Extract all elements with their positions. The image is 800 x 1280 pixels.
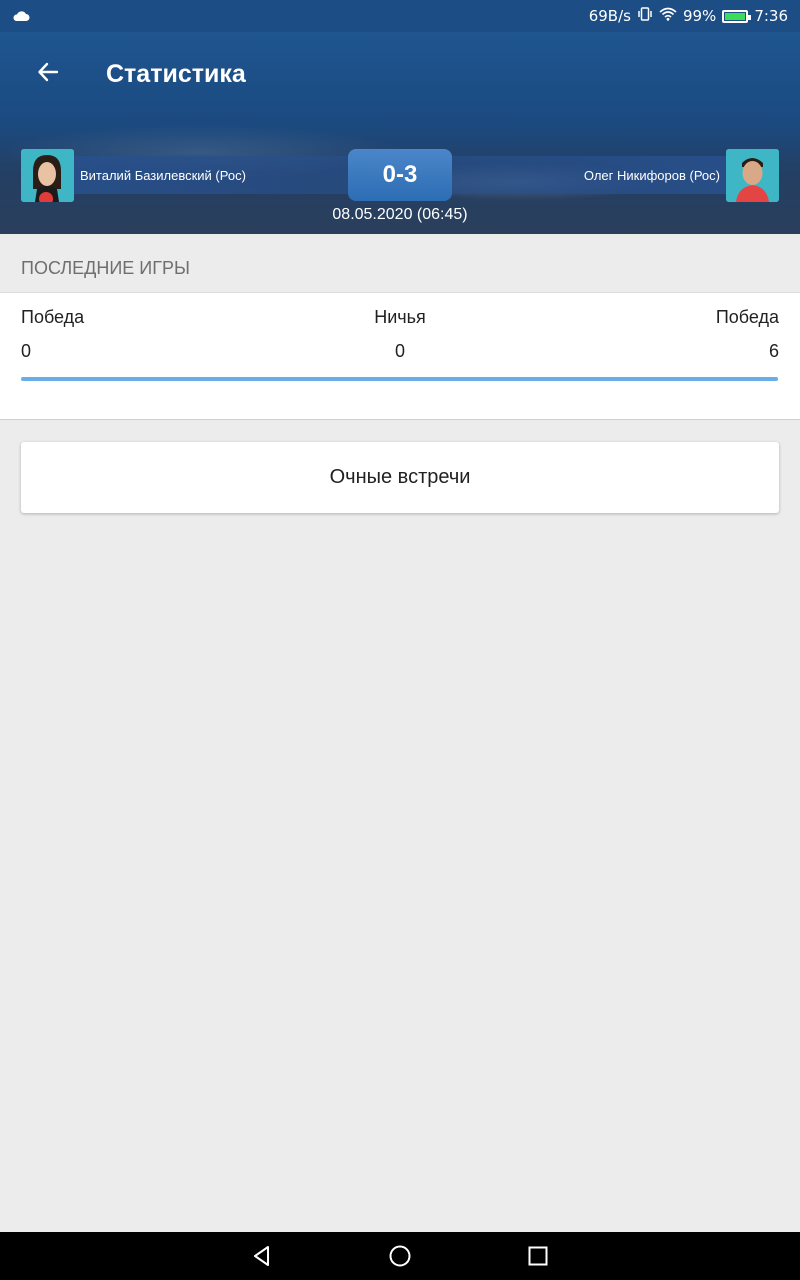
stat-center-value: 0 [394,341,405,361]
clock-time: 7:36 [754,7,788,25]
wins-ratio-bar [21,377,778,381]
player-right-avatar [726,149,779,202]
last-games-card: Победа 0 Ничья 0 Победа 6 [0,292,800,420]
back-triangle-icon[interactable] [250,1244,274,1268]
head-to-head-button[interactable]: Очные встречи [21,442,779,513]
app-header: Статистика Виталий Базилевский (Рос) Оле… [0,32,800,234]
stat-left-wins: Победа 0 [21,307,84,362]
stat-left-label: Победа [21,307,85,327]
stat-right-value: 6 [768,341,779,361]
back-button[interactable] [28,54,68,94]
cloud-icon [12,8,30,26]
wins-ratio-fill [21,377,778,381]
vibrate-icon [637,6,653,26]
match-date: 08.05.2020 (06:45) [332,206,468,223]
battery-percent: 99% [682,7,717,25]
recents-square-icon[interactable] [526,1244,550,1268]
player-left-avatar [21,149,74,202]
status-bar: 69B/s 99% 7:36 [0,0,800,32]
stat-right-label: Победа [715,307,779,327]
battery-level [725,12,746,20]
stat-left-value: 0 [21,341,32,361]
net-speed: 69B/s [588,7,631,25]
stat-draws: Ничья 0 [300,307,500,362]
wifi-icon [659,7,677,25]
battery-icon [722,9,752,23]
section-title-last-games: ПОСЛЕДНИЕ ИГРЫ [21,258,190,278]
stat-right-wins: Победа 6 [716,307,779,362]
navigation-bar [0,1232,800,1280]
arrow-left-icon [36,60,60,89]
match-score: 0-3 [348,149,452,201]
stat-center-label: Ничья [374,307,426,327]
home-circle-icon[interactable] [388,1244,412,1268]
page-title: Статистика [106,60,246,88]
match-summary: Виталий Базилевский (Рос) Олег Никифоров… [0,149,800,205]
